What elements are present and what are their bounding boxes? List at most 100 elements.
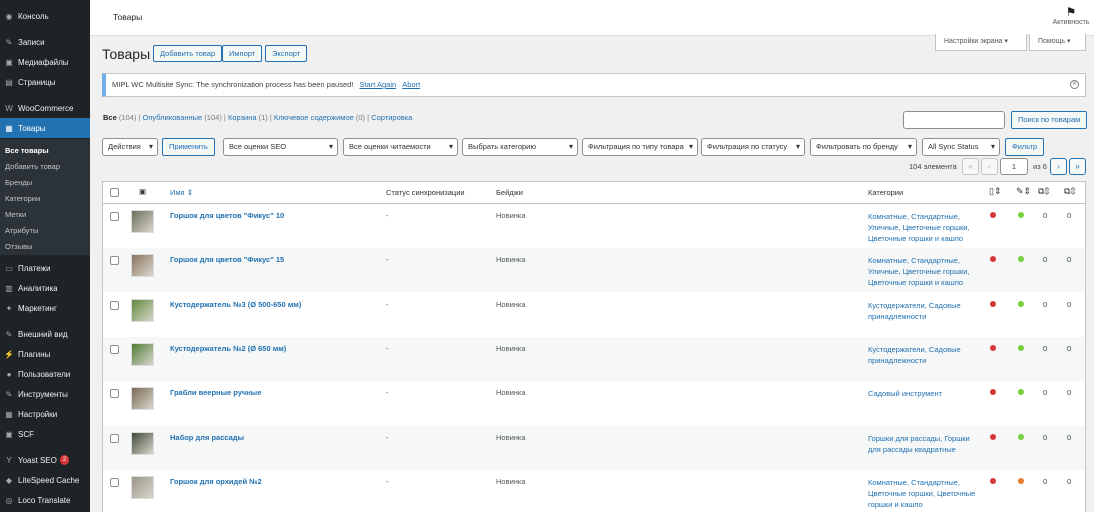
type-filter-select[interactable]: Фильтрация по типу товара [582, 138, 698, 156]
submenu-item[interactable]: Добавить товар [0, 159, 90, 175]
sidebar-item-yoast[interactable]: Y Yoast SEO 2 [0, 450, 90, 470]
sidebar-item-media[interactable]: ▣ Медиафайлы [0, 52, 90, 72]
row-checkbox[interactable] [110, 300, 119, 310]
sidebar-item-payments[interactable]: ▭ Платежи [0, 258, 90, 278]
product-categories[interactable]: Кустодержатели, Садовые принадлежности [868, 300, 976, 322]
product-thumbnail[interactable] [131, 342, 154, 366]
view-all[interactable]: Все [103, 113, 117, 122]
readability-score-icon[interactable]: ✎⇕ [1016, 186, 1031, 197]
product-categories[interactable]: Комнатные, Стандартные, Цветочные горшки… [868, 477, 976, 510]
product-categories[interactable]: Комнатные, Стандартные, Уличные, Цветочн… [868, 211, 976, 244]
product-categories[interactable]: Садовый инструмент [868, 388, 976, 399]
sidebar-item-woocommerce[interactable]: W WooCommerce [0, 98, 90, 118]
outgoing-links-count: 0 [1043, 211, 1048, 220]
sidebar-item-appearance[interactable]: ✎ Внешний вид [0, 324, 90, 344]
sidebar-item-label: Консоль [18, 11, 49, 21]
submenu-item[interactable]: Атрибуты [0, 223, 90, 239]
last-page-button[interactable]: » [1069, 158, 1086, 175]
product-categories[interactable]: Горшки для рассады, Горшки для рассады к… [868, 433, 976, 455]
product-categories[interactable]: Кустодержатели, Садовые принадлежности [868, 344, 976, 366]
apply-button[interactable]: Применить [162, 138, 215, 156]
row-checkbox[interactable] [110, 212, 119, 221]
row-checkbox[interactable] [110, 477, 119, 487]
product-thumbnail[interactable] [131, 431, 154, 455]
submenu-item[interactable]: Бренды [0, 175, 90, 191]
abort-link[interactable]: Abort [402, 80, 420, 89]
product-name-link[interactable]: Набор для рассады [170, 433, 244, 442]
sidebar-item-loco[interactable]: ◎ Loco Translate [0, 490, 90, 510]
appearance-icon: ✎ [5, 329, 13, 339]
product-thumbnail[interactable] [131, 210, 154, 233]
product-name-link[interactable]: Кустодержатель №3 (Ø 500-650 мм) [170, 300, 301, 309]
readability-filter-select[interactable]: Все оценки читаемости [343, 138, 458, 156]
sidebar-item-marketing[interactable]: ✦ Маркетинг [0, 298, 90, 318]
current-page-input[interactable]: 1 [1000, 158, 1028, 175]
submenu-item[interactable]: Все товары [0, 143, 90, 159]
add-product-button[interactable]: Добавить товар [153, 45, 222, 62]
page-title: Товары [102, 46, 151, 62]
product-name-link[interactable]: Горшок для цветов "Фикус" 15 [170, 255, 284, 264]
stock-filter-select[interactable]: Фильтрация по статусу [701, 138, 805, 156]
readability-score-dot [1018, 433, 1024, 440]
row-checkbox[interactable] [110, 433, 119, 443]
sidebar-item-litespeed[interactable]: ◆ LiteSpeed Cache [0, 470, 90, 490]
filter-button[interactable]: Фильтр [1005, 138, 1045, 156]
category-filter-select[interactable]: Выбрать категорию [462, 138, 578, 156]
sidebar-item-tools[interactable]: ✎ Инструменты [0, 384, 90, 404]
sidebar-item-pin[interactable]: ✎ Записи [0, 32, 90, 52]
select-all-checkbox[interactable] [110, 188, 119, 197]
product-name-link[interactable]: Горшок для цветов "Фикус" 10 [170, 211, 284, 220]
export-button[interactable]: Экспорт [265, 45, 308, 62]
sync-filter-select[interactable]: All Sync Status [922, 138, 1000, 156]
first-page-button[interactable]: « [962, 158, 979, 175]
product-name-link[interactable]: Грабли веерные ручные [170, 388, 261, 397]
marketing-icon: ✦ [5, 303, 13, 313]
brand-filter-select[interactable]: Фильтровать по бренду [810, 138, 917, 156]
search-input[interactable] [903, 111, 1005, 129]
sidebar-item-scf[interactable]: ▣ SCF [0, 424, 90, 444]
product-name-link[interactable]: Кустодержатель №2 (Ø 650 мм) [170, 344, 286, 353]
sidebar-item-settings[interactable]: ▦ Настройки [0, 404, 90, 424]
seo-score-icon[interactable]: ▯⇕ [989, 186, 1002, 197]
next-page-button[interactable]: › [1050, 158, 1067, 175]
start-again-link[interactable]: Start Again [359, 80, 396, 89]
submenu-item[interactable]: Метки [0, 207, 90, 223]
sidebar-item-dashboard[interactable]: ◉ Консоль [0, 6, 90, 26]
pages-icon: ▤ [5, 77, 13, 87]
bulk-actions-select[interactable]: Действия [102, 138, 158, 156]
view-published[interactable]: Опубликованные [143, 113, 203, 122]
help-button[interactable]: Помощь ▾ [1029, 34, 1086, 51]
product-categories[interactable]: Комнатные, Стандартные, Уличные, Цветочн… [868, 255, 976, 288]
seo-filter-select[interactable]: Все оценки SEO [223, 138, 338, 156]
activity-button[interactable]: ⚑ Активность [1051, 5, 1091, 26]
screen-options-button[interactable]: Настройки экрана ▾ [935, 34, 1027, 51]
import-button[interactable]: Импорт [222, 45, 263, 62]
row-checkbox[interactable] [110, 344, 119, 354]
product-thumbnail[interactable] [131, 387, 154, 411]
submenu-item[interactable]: Отзывы [0, 239, 90, 255]
dismiss-icon[interactable]: ✕ [1070, 80, 1079, 89]
search-button[interactable]: Поиск по товарам [1011, 111, 1088, 129]
woocommerce-icon: W [5, 103, 13, 113]
product-thumbnail[interactable] [131, 254, 154, 278]
dashboard-icon: ◉ [5, 11, 13, 21]
outgoing-links-icon[interactable]: ⧉⇕ [1038, 186, 1050, 197]
sidebar-item-pages[interactable]: ▤ Страницы [0, 72, 90, 92]
sidebar-item-users[interactable]: ● Пользователи [0, 364, 90, 384]
row-checkbox[interactable] [110, 256, 119, 266]
product-thumbnail[interactable] [131, 298, 154, 322]
submenu-item[interactable]: Категории [0, 191, 90, 207]
view-sorting[interactable]: Сортировка [371, 113, 412, 122]
sidebar-item-analytics[interactable]: ▥ Аналитика [0, 278, 90, 298]
view-cornerstone[interactable]: Ключевое содержимое [274, 113, 354, 122]
sidebar-item-products[interactable]: ▦ Товары [0, 118, 90, 138]
row-checkbox[interactable] [110, 389, 119, 399]
view-trash[interactable]: Корзина [228, 113, 257, 122]
prev-page-button[interactable]: ‹ [981, 158, 998, 175]
product-name-link[interactable]: Горшок для орхидей №2 [170, 477, 262, 486]
product-badge: Новинка [496, 211, 526, 220]
incoming-links-icon[interactable]: ⧉⇕ [1064, 186, 1076, 197]
sidebar-item-plugins[interactable]: ⚡ Плагины [0, 344, 90, 364]
name-column-header[interactable]: Имя ⇕ [170, 188, 193, 197]
product-thumbnail[interactable] [131, 475, 154, 499]
